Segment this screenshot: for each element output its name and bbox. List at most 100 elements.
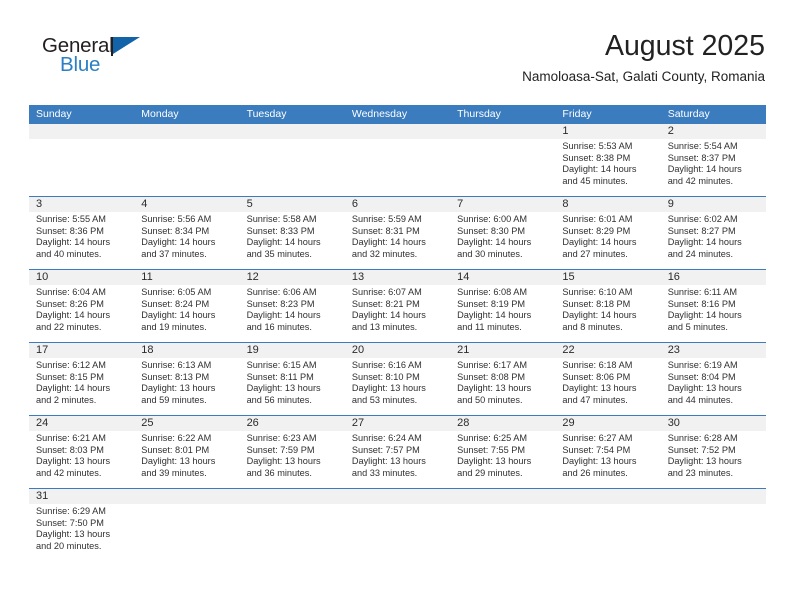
daylight-text: Daylight: 14 hours (457, 237, 532, 248)
sun-info: Sunrise: 5:55 AM Sunset: 8:36 PM Daylight:… (36, 214, 128, 260)
calendar-day-cell-24[interactable]: 24 Sunrise: 6:21 AM Sunset: 8:03 PM Dayligh… (29, 416, 134, 488)
calendar-day-cell-9[interactable]: 9 Sunrise: 6:02 AM Sunset: 8:27 PM Daylight… (661, 197, 766, 269)
weekday-header-saturday: Saturday (667, 108, 710, 120)
calendar-day-cell-3[interactable]: 3 Sunrise: 5:55 AM Sunset: 8:36 PM Daylight… (29, 197, 134, 269)
calendar-day-cell-16[interactable]: 16 Sunrise: 6:11 AM Sunset: 8:16 PM Dayligh… (661, 270, 766, 342)
day-number: 22 (562, 344, 575, 356)
calendar-day-cell-27[interactable]: 27 Sunrise: 6:24 AM Sunset: 7:57 PM Dayligh… (345, 416, 450, 488)
daylight-text-cont: and 8 minutes. (562, 321, 623, 332)
sunset-text: Sunset: 8:26 PM (36, 298, 104, 309)
calendar-day-cell-30[interactable]: 30 Sunrise: 6:28 AM Sunset: 7:52 PM Dayligh… (661, 416, 766, 488)
sunset-text: Sunset: 8:13 PM (141, 371, 210, 382)
sun-info: Sunrise: 6:05 AM Sunset: 8:24 PM Daylight:… (141, 287, 233, 333)
daylight-text: Daylight: 13 hours (351, 383, 426, 394)
daylight-text-cont: and 45 minutes. (562, 175, 628, 186)
calendar-day-cell-8[interactable]: 8 Sunrise: 6:01 AM Sunset: 8:29 PM Daylight… (555, 197, 660, 269)
sunset-text: Sunset: 7:59 PM (246, 444, 315, 455)
sun-info: Sunrise: 6:04 AM Sunset: 8:26 PM Daylight:… (36, 287, 128, 333)
sunrise-text: Sunrise: 6:07 AM (351, 287, 422, 297)
calendar-day-cell-31[interactable]: 31 Sunrise: 6:29 AM Sunset: 7:50 PM Dayligh… (29, 489, 134, 567)
daylight-text-cont: and 11 minutes. (457, 321, 522, 332)
calendar-day-cell-28[interactable]: 28 Sunrise: 6:25 AM Sunset: 7:55 PM Dayligh… (450, 416, 555, 488)
calendar-day-cell-5[interactable]: 5 Sunrise: 5:58 AM Sunset: 8:33 PM Daylight… (240, 197, 345, 269)
sunset-text: Sunset: 8:29 PM (562, 225, 631, 236)
sunset-text: Sunset: 7:54 PM (562, 444, 631, 455)
calendar-day-cell-25[interactable]: 25 Sunrise: 6:22 AM Sunset: 8:01 PM Dayligh… (134, 416, 239, 488)
sun-info: Sunrise: 5:58 AM Sunset: 8:33 PM Daylight:… (247, 214, 339, 260)
calendar-day-cell-empty (555, 489, 660, 567)
calendar-week-row: 10 Sunrise: 6:04 AM Sunset: 8:26 PM Dayligh… (29, 269, 766, 342)
daylight-text-cont: and 19 minutes. (141, 321, 207, 332)
sunset-text: Sunset: 8:31 PM (351, 225, 420, 236)
daylight-text: Daylight: 13 hours (351, 456, 426, 467)
calendar-day-cell-empty (450, 124, 555, 196)
sunrise-text: Sunrise: 6:01 AM (562, 214, 633, 224)
calendar-day-cell-13[interactable]: 13 Sunrise: 6:07 AM Sunset: 8:21 PM Dayligh… (345, 270, 450, 342)
calendar-day-cell-18[interactable]: 18 Sunrise: 6:13 AM Sunset: 8:13 PM Dayligh… (134, 343, 239, 415)
sun-info: Sunrise: 6:15 AM Sunset: 8:11 PM Daylight:… (247, 360, 339, 406)
sun-info: Sunrise: 6:18 AM Sunset: 8:06 PM Daylight:… (562, 360, 654, 406)
daylight-text: Daylight: 13 hours (457, 383, 532, 394)
daylight-text: Daylight: 14 hours (36, 237, 111, 248)
calendar-day-cell-empty (345, 124, 450, 196)
calendar-day-cell-21[interactable]: 21 Sunrise: 6:17 AM Sunset: 8:08 PM Dayligh… (450, 343, 555, 415)
calendar-day-cell-26[interactable]: 26 Sunrise: 6:23 AM Sunset: 7:59 PM Dayligh… (240, 416, 345, 488)
daylight-text: Daylight: 14 hours (141, 310, 216, 321)
day-number: 2 (667, 125, 674, 137)
calendar-day-cell-7[interactable]: 7 Sunrise: 6:00 AM Sunset: 8:30 PM Daylight… (450, 197, 555, 269)
calendar-day-cell-20[interactable]: 20 Sunrise: 6:16 AM Sunset: 8:10 PM Dayligh… (345, 343, 450, 415)
sunset-text: Sunset: 8:30 PM (457, 225, 526, 236)
calendar-day-cell-10[interactable]: 10 Sunrise: 6:04 AM Sunset: 8:26 PM Dayligh… (29, 270, 134, 342)
sunrise-text: Sunrise: 6:04 AM (36, 287, 106, 297)
sun-info: Sunrise: 6:25 AM Sunset: 7:55 PM Daylight:… (457, 433, 549, 479)
sunset-text: Sunset: 8:08 PM (457, 371, 526, 382)
sunrise-text: Sunrise: 6:27 AM (562, 433, 633, 443)
sunrise-text: Sunrise: 6:19 AM (667, 360, 738, 370)
calendar-day-cell-empty (134, 124, 239, 196)
brand-logo[interactable]: General Blue (30, 34, 260, 90)
calendar-day-cell-22[interactable]: 22 Sunrise: 6:18 AM Sunset: 8:06 PM Dayligh… (555, 343, 660, 415)
sun-info: Sunrise: 6:22 AM Sunset: 8:01 PM Daylight:… (141, 433, 233, 479)
sun-info: Sunrise: 6:27 AM Sunset: 7:54 PM Daylight:… (562, 433, 654, 479)
calendar-day-cell-empty (240, 124, 345, 196)
calendar-day-cell-2[interactable]: 2 Sunrise: 5:54 AM Sunset: 8:37 PM Daylight… (661, 124, 766, 196)
calendar-day-cell-15[interactable]: 15 Sunrise: 6:10 AM Sunset: 8:18 PM Dayligh… (555, 270, 660, 342)
day-number (36, 124, 128, 139)
daylight-text: Daylight: 13 hours (36, 456, 111, 467)
daylight-text: Daylight: 14 hours (36, 310, 111, 321)
sun-info: Sunrise: 6:19 AM Sunset: 8:04 PM Daylight:… (668, 360, 760, 406)
calendar-page: General Blue August 2025 Namoloasa-Sat, … (0, 0, 792, 612)
calendar-day-cell-19[interactable]: 19 Sunrise: 6:15 AM Sunset: 8:11 PM Dayligh… (240, 343, 345, 415)
sunrise-text: Sunrise: 6:23 AM (246, 433, 317, 443)
calendar-day-cell-empty (240, 489, 345, 567)
day-number: 5 (246, 198, 253, 210)
sunrise-text: Sunrise: 5:54 AM (667, 141, 738, 151)
calendar-day-cell-14[interactable]: 14 Sunrise: 6:08 AM Sunset: 8:19 PM Dayligh… (450, 270, 555, 342)
calendar-day-cell-23[interactable]: 23 Sunrise: 6:19 AM Sunset: 8:04 PM Dayligh… (661, 343, 766, 415)
day-number: 3 (36, 198, 43, 210)
sunset-text: Sunset: 8:38 PM (562, 152, 631, 163)
calendar-week-row: 1 Sunrise: 5:53 AM Sunset: 8:38 PM Daylight… (29, 124, 766, 196)
day-number (352, 124, 444, 139)
day-number: 31 (36, 490, 49, 502)
day-number: 25 (141, 417, 154, 429)
sun-info: Sunrise: 6:00 AM Sunset: 8:30 PM Daylight:… (457, 214, 549, 260)
sunset-text: Sunset: 8:01 PM (141, 444, 210, 455)
day-number (352, 489, 444, 504)
calendar-day-cell-17[interactable]: 17 Sunrise: 6:12 AM Sunset: 8:15 PM Dayligh… (29, 343, 134, 415)
daylight-text-cont: and 22 minutes. (36, 321, 102, 332)
calendar-day-cell-1[interactable]: 1 Sunrise: 5:53 AM Sunset: 8:38 PM Daylight… (555, 124, 660, 196)
calendar-day-cell-4[interactable]: 4 Sunrise: 5:56 AM Sunset: 8:34 PM Daylight… (134, 197, 239, 269)
calendar-day-cell-6[interactable]: 6 Sunrise: 5:59 AM Sunset: 8:31 PM Daylight… (345, 197, 450, 269)
calendar-day-cell-29[interactable]: 29 Sunrise: 6:27 AM Sunset: 7:54 PM Dayligh… (555, 416, 660, 488)
sunrise-text: Sunrise: 6:10 AM (562, 287, 633, 297)
calendar-day-cell-12[interactable]: 12 Sunrise: 6:06 AM Sunset: 8:23 PM Dayligh… (240, 270, 345, 342)
daylight-text: Daylight: 13 hours (141, 456, 216, 467)
calendar-day-cell-11[interactable]: 11 Sunrise: 6:05 AM Sunset: 8:24 PM Dayligh… (134, 270, 239, 342)
day-number: 7 (457, 198, 464, 210)
sunrise-text: Sunrise: 5:56 AM (141, 214, 212, 224)
sunset-text: Sunset: 8:19 PM (457, 298, 526, 309)
sunset-text: Sunset: 8:24 PM (141, 298, 210, 309)
daylight-text-cont: and 47 minutes. (562, 394, 628, 405)
daylight-text-cont: and 56 minutes. (246, 394, 312, 405)
